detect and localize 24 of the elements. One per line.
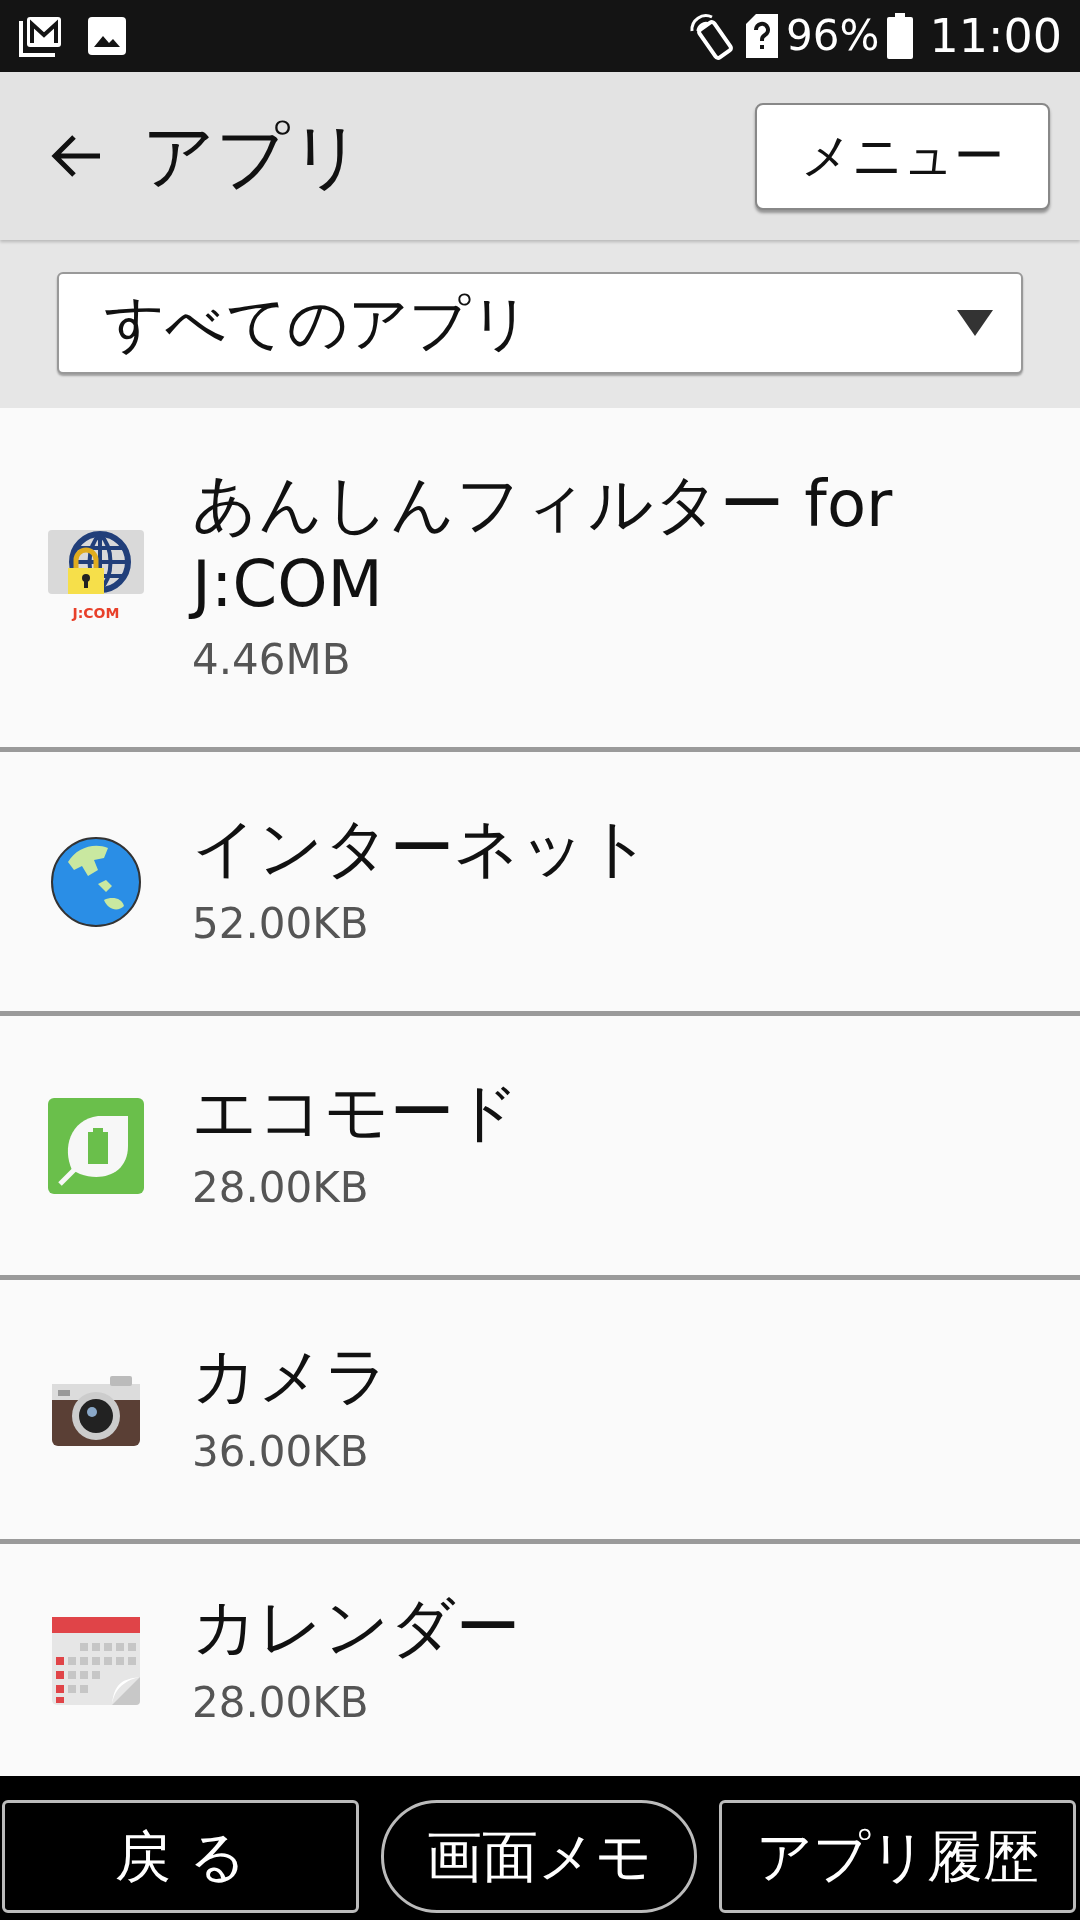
battery-icon xyxy=(887,13,914,59)
app-size: 52.00KB xyxy=(192,898,370,950)
leaf-battery-icon xyxy=(48,1097,144,1194)
screen-title: アプリ xyxy=(142,113,364,200)
dropdown-caret-icon xyxy=(957,310,993,336)
sim-unknown-icon xyxy=(746,14,779,58)
image-icon xyxy=(88,17,126,55)
app-size: 28.00KB xyxy=(192,1162,370,1214)
app-filter-dropdown[interactable]: すべてのアプリ xyxy=(57,272,1023,374)
menu-button[interactable]: メニュー xyxy=(755,102,1050,210)
battery-percent: 96% xyxy=(786,15,880,57)
app-name: カレンダー xyxy=(192,1588,520,1666)
app-name: カメラ xyxy=(192,1338,390,1415)
mail-icon xyxy=(18,15,64,57)
clock-time: 11:00 xyxy=(929,13,1062,59)
app-size: 4.46MB xyxy=(192,634,352,686)
app-size: 36.00KB xyxy=(192,1426,370,1478)
nav-button[interactable]: アプリ履歴 xyxy=(719,1800,1076,1913)
app-name: エコモード xyxy=(192,1074,520,1151)
nav-button[interactable]: 戻 る xyxy=(2,1800,359,1913)
app-size: 28.00KB xyxy=(192,1676,370,1729)
nav-button[interactable]: 画面メモ xyxy=(381,1800,697,1913)
back-arrow-icon[interactable] xyxy=(50,133,102,179)
app-name: インターネット xyxy=(192,810,652,887)
